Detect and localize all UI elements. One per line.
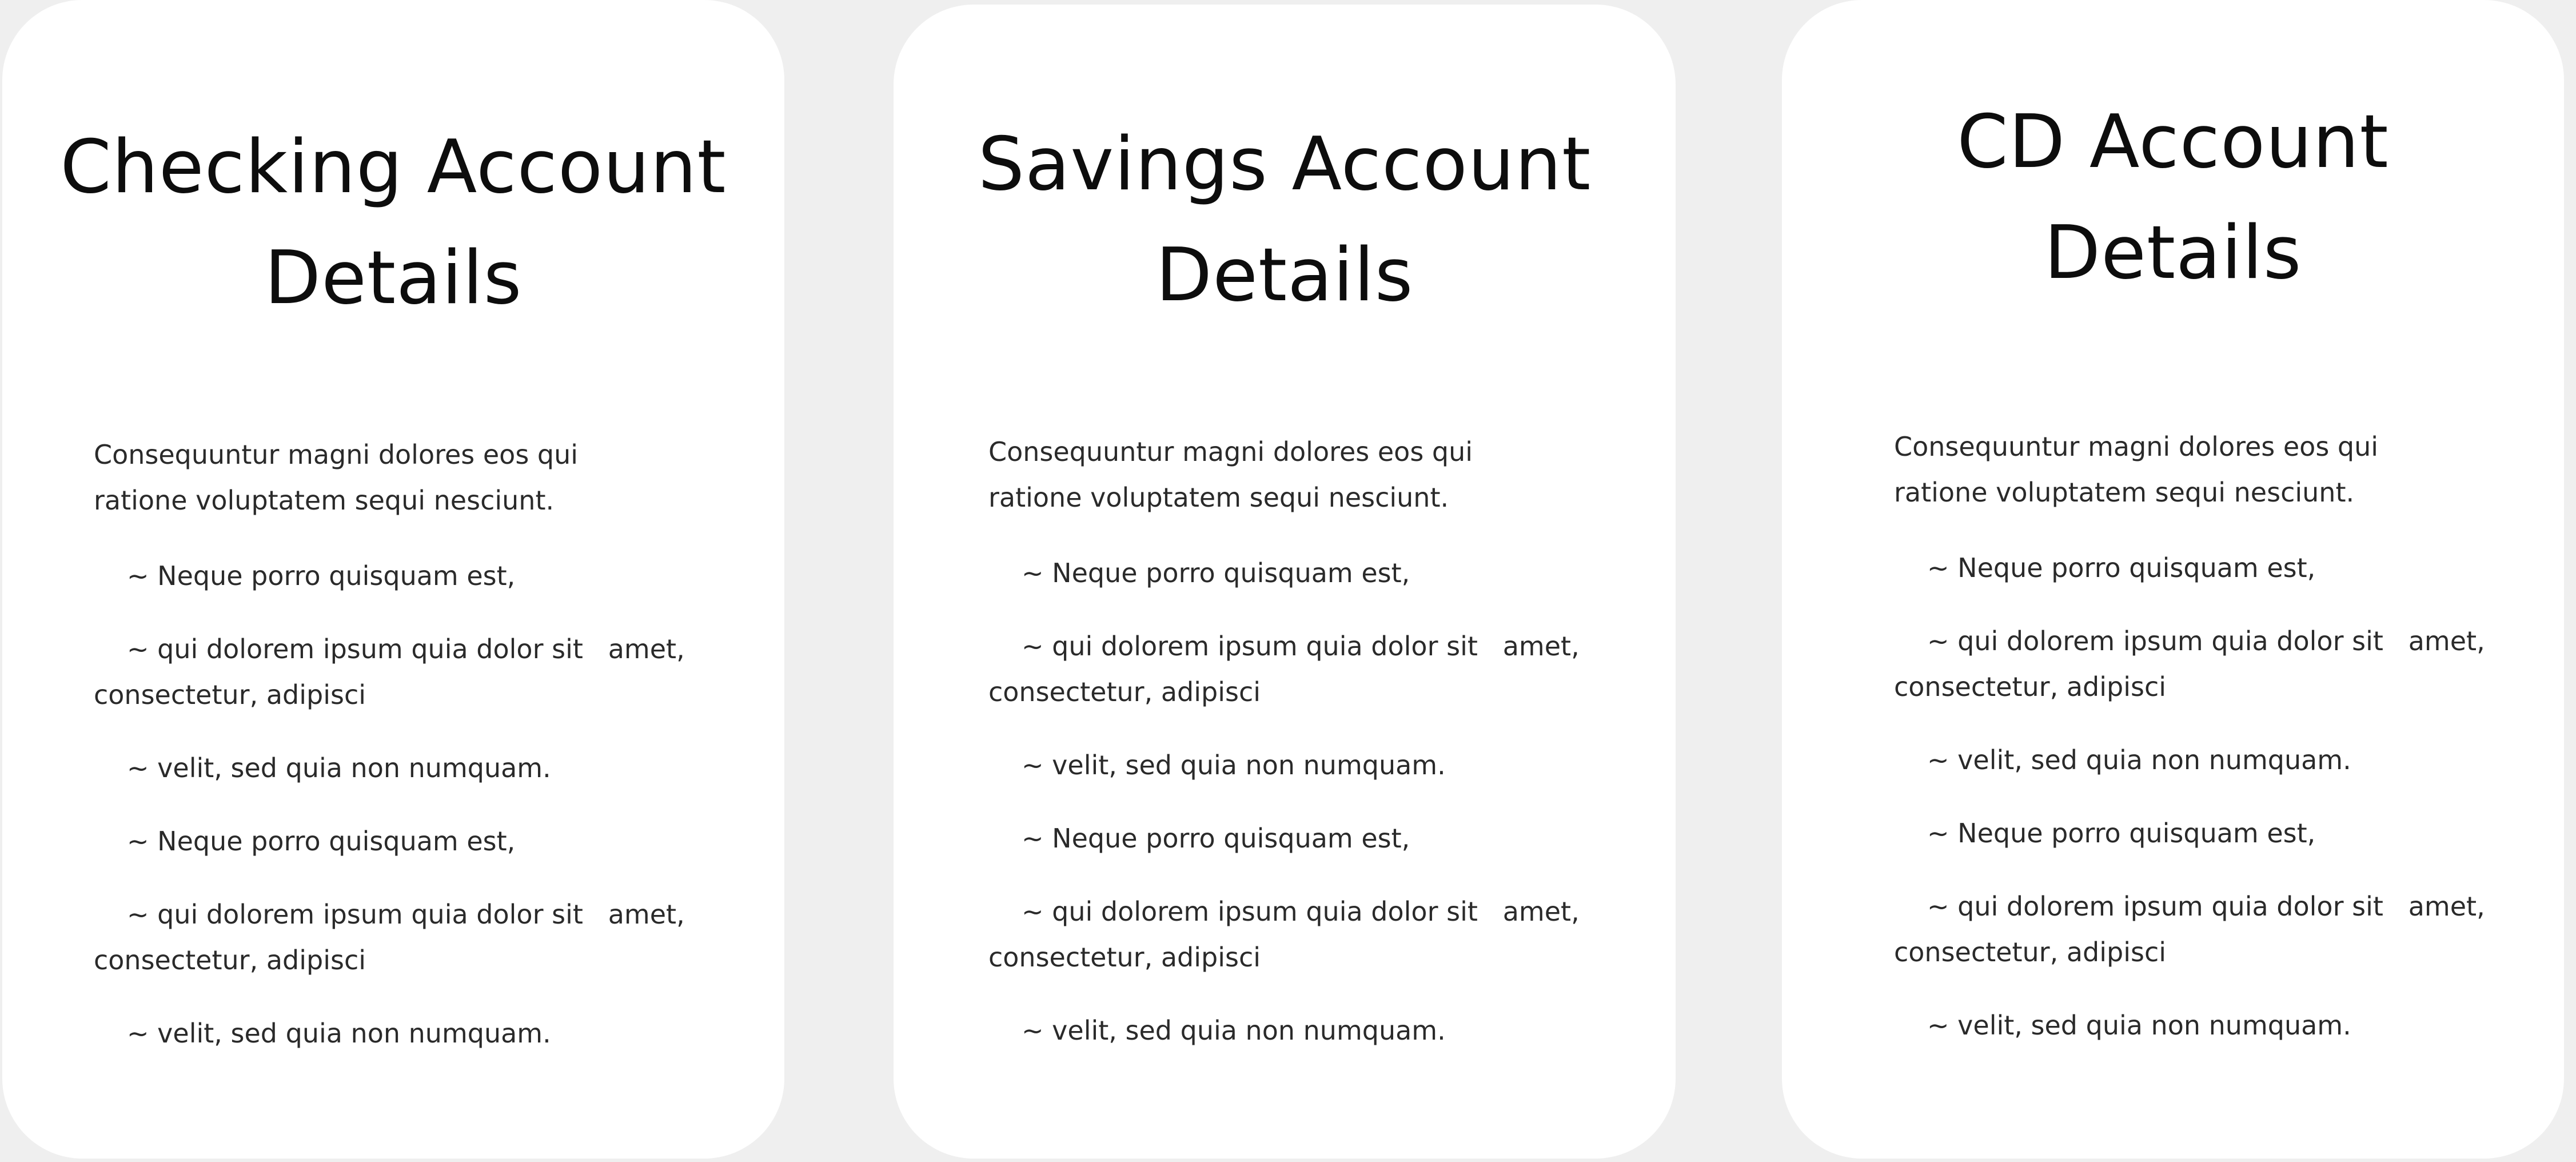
card-intro-line2: ratione voluptatem sequi nesciunt. [1894,477,2355,508]
list-item: ~ qui dolorem ipsum quia dolor sit amet,… [988,631,1588,707]
card-intro-line1: Consequuntur magni dolores eos qui [94,439,579,470]
list-item: ~ Neque porro quisquam est, [1927,818,2316,849]
list-item: ~ Neque porro quisquam est, [1022,823,1410,854]
card-body: Consequuntur magni dolores eos qui ration… [988,429,1601,1081]
card-title-line1: Savings Account [978,122,1592,207]
list-item: ~ Neque porro quisquam est, [127,826,516,857]
card-intro-line1: Consequuntur magni dolores eos qui [1894,431,2379,462]
list-item: ~ velit, sed quia non numquam. [127,753,551,783]
list-item: ~ Neque porro quisquam est, [127,560,516,591]
list-item: ~ qui dolorem ipsum quia dolor sit amet,… [94,899,693,976]
card-title: CD Account Details [1782,87,2564,309]
card-intro-line2: ratione voluptatem sequi nesciunt. [988,482,1449,513]
list-item: ~ qui dolorem ipsum quia dolor sit amet,… [988,896,1588,973]
card-intro: Consequuntur magni dolores eos qui ration… [94,432,710,523]
card-title: Checking Account Details [2,112,784,334]
list-item: ~ velit, sed quia non numquam. [1022,750,1446,781]
list-item: ~ Neque porro quisquam est, [1927,552,2316,583]
card-title: Savings Account Details [894,109,1676,331]
cd-account-card: CD Account Details Consequuntur magni do… [1782,0,2564,1159]
list-item: ~ velit, sed quia non numquam. [1927,745,2351,775]
list-item: ~ velit, sed quia non numquam. [1927,1010,2351,1041]
list-item: ~ qui dolorem ipsum quia dolor sit amet,… [1894,891,2494,968]
card-title-line2: Details [2044,210,2302,296]
card-intro-line1: Consequuntur magni dolores eos qui [988,436,1473,467]
card-body: Consequuntur magni dolores eos qui ration… [1894,424,2490,1076]
list-item: ~ qui dolorem ipsum quia dolor sit amet,… [94,634,693,710]
list-item: ~ qui dolorem ipsum quia dolor sit amet,… [1894,626,2494,702]
list-item: ~ velit, sed quia non numquam. [1022,1015,1446,1046]
list-item: ~ Neque porro quisquam est, [1022,558,1410,588]
card-title-line1: Checking Account [60,125,727,210]
list-item: ~ velit, sed quia non numquam. [127,1018,551,1049]
savings-account-card: Savings Account Details Consequuntur mag… [894,5,1676,1159]
card-title-line2: Details [264,236,523,321]
card-intro: Consequuntur magni dolores eos qui ration… [988,429,1601,520]
card-title-line2: Details [1155,233,1414,318]
card-intro: Consequuntur magni dolores eos qui ration… [1894,424,2490,515]
checking-account-card: Checking Account Details Consequuntur ma… [2,0,784,1159]
card-intro-line2: ratione voluptatem sequi nesciunt. [94,485,555,516]
card-body: Consequuntur magni dolores eos qui ration… [94,432,710,1084]
card-title-line1: CD Account [1957,100,2389,185]
